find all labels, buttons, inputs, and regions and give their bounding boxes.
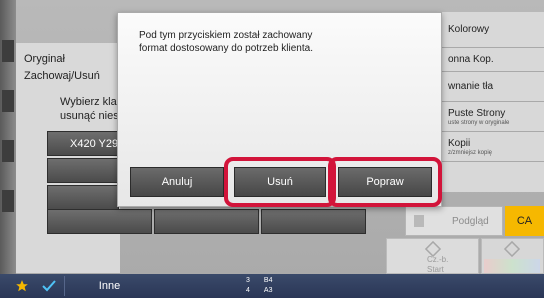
check-icon — [42, 280, 56, 292]
stored-format-button[interactable] — [261, 209, 366, 234]
panel-title: Oryginał — [24, 53, 65, 65]
bw-start-button[interactable]: Cz.-b. Start — [386, 238, 479, 274]
tray-number: 4 — [246, 287, 250, 294]
skip-blank-subtitle: uste strony w oryginale — [448, 119, 510, 126]
skip-blank-title: Puste Strony — [448, 107, 506, 119]
dialog-message-line: format dostosowany do potrzeb klienta. — [139, 43, 313, 54]
delete-label: Usuń — [267, 176, 293, 188]
bw-start-text-line2: Start — [427, 265, 444, 274]
instruction-line: Wybierz kla — [60, 96, 117, 108]
stored-format-label: X420 Y29 — [70, 137, 119, 150]
left-tab[interactable] — [2, 140, 14, 162]
skip-blank-pages-button[interactable]: Puste Strony uste strony w oryginale — [442, 102, 544, 132]
copy-mode-label: onna Kop. — [448, 54, 494, 65]
clear-all-label: CA — [516, 215, 533, 227]
other-functions-button[interactable]: Inne — [64, 276, 154, 296]
copies-subtitle: z/zmniejsz kopię — [448, 149, 493, 156]
preview-icon — [414, 215, 424, 227]
color-accent-strip — [484, 259, 540, 273]
dialog-message-line: Pod tym przyciskiem został zachowany — [139, 30, 313, 41]
favorites-star-button[interactable] — [11, 276, 33, 296]
bw-start-text-line1: Cz.-b. — [427, 255, 449, 264]
copy-mode-button[interactable]: onna Kop. — [442, 48, 544, 72]
stored-format-button[interactable] — [154, 209, 259, 234]
clear-all-button[interactable]: CA — [505, 206, 544, 236]
tray-size: B4 — [263, 277, 273, 284]
copier-screen: Oryginał Zachowaj/Usuń Wybierz kla usuną… — [0, 0, 544, 298]
stored-format-button[interactable] — [47, 158, 119, 183]
dialog-message: Pod tym przyciskiem został zachowany for… — [139, 29, 419, 55]
stored-format-button[interactable]: X420 Y29 — [47, 131, 119, 156]
stored-format-button[interactable] — [47, 209, 152, 234]
paper-tray-status: 3 B4 4 A3 — [238, 276, 298, 298]
color-mode-button[interactable]: Kolorowy — [442, 12, 544, 48]
tray-number: 3 — [246, 277, 250, 284]
tray-size: A3 — [263, 287, 273, 294]
other-label: Inne — [98, 280, 121, 292]
color-mode-label: Kolorowy — [448, 24, 490, 35]
star-icon — [16, 280, 28, 292]
delete-button[interactable]: Usuń — [234, 167, 326, 197]
preview-label: Podgląd — [452, 215, 489, 227]
left-tab[interactable] — [2, 90, 14, 112]
edit-button[interactable]: Popraw — [338, 167, 432, 197]
start-diamond-icon — [504, 241, 520, 257]
background-adjust-button[interactable]: wnanie tła — [442, 72, 544, 102]
copies-button[interactable]: Kopii z/zmniejsz kopię — [442, 132, 544, 162]
edit-label: Popraw — [366, 176, 404, 188]
panel-subtitle: Zachowaj/Usuń — [24, 70, 100, 82]
left-tab[interactable] — [2, 190, 14, 212]
stored-format-button[interactable] — [47, 185, 119, 210]
preview-button[interactable]: Podgląd — [405, 206, 503, 236]
background-adjust-label: wnanie tła — [448, 81, 494, 92]
color-start-button[interactable] — [481, 238, 544, 274]
cancel-label: Anuluj — [161, 176, 193, 188]
cancel-button[interactable]: Anuluj — [130, 167, 224, 197]
left-tab[interactable] — [2, 40, 14, 62]
checkmark-button[interactable] — [36, 276, 62, 296]
instruction-line: usunąć nies — [60, 110, 119, 122]
copies-title: Kopii — [448, 137, 471, 149]
